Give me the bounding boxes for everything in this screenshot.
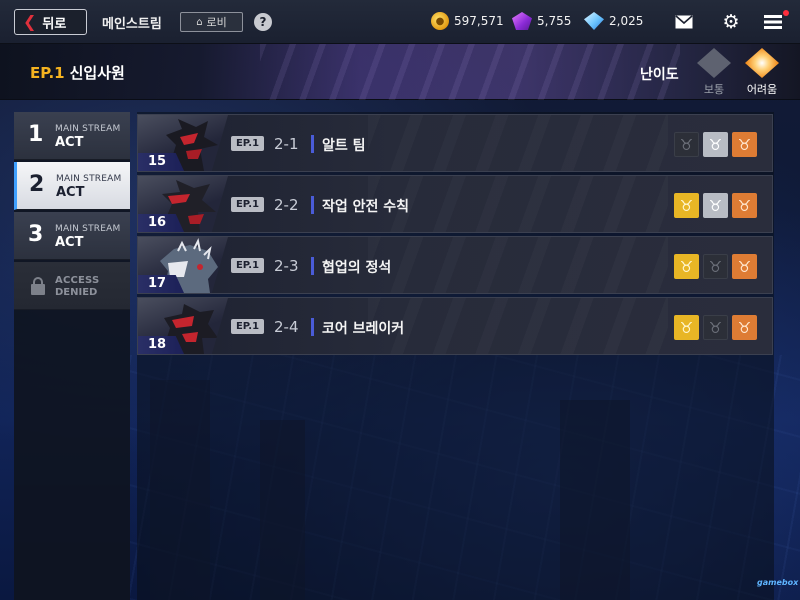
- medal-gold-icon: ♉: [674, 193, 699, 218]
- purple-crystal-icon: [512, 12, 532, 30]
- difficulty-hard-emblem-icon: [745, 48, 779, 78]
- act-label: ACT: [55, 135, 84, 150]
- act-sidebar: 1 MAIN STREAM ACT 2 MAIN STREAM ACT 3 MA…: [14, 112, 130, 600]
- episode-number: EP.1: [30, 64, 65, 82]
- act-number: 2: [29, 172, 45, 197]
- stage-code: 2-1: [274, 135, 299, 153]
- back-button[interactable]: ❮ 뒤로: [14, 9, 87, 35]
- act-number: 1: [28, 122, 44, 147]
- page-title: 메인스트림: [102, 17, 162, 32]
- episode-name: 신입사원: [69, 64, 125, 82]
- stage-row[interactable]: 15 EP.1 2-1 알트 팀 ♉ ♉ ♉: [137, 114, 773, 172]
- medal-silver-empty-icon: ♉: [703, 315, 728, 340]
- lobby-label: 로비: [206, 16, 227, 29]
- stage-name: 작업 안전 수칙: [322, 199, 410, 215]
- act-subtitle: MAIN STREAM: [56, 174, 122, 184]
- difficulty-label: 난이도: [640, 67, 679, 83]
- difficulty-normal-label: 보통: [703, 83, 725, 96]
- medal-silver-empty-icon: ♉: [703, 254, 728, 279]
- blue-diamond-icon: [584, 12, 604, 30]
- medal-gold-icon: ♉: [674, 254, 699, 279]
- purple-crystal-amount: 5,755: [537, 14, 572, 28]
- gear-icon[interactable]: ⚙: [721, 11, 741, 33]
- episode-title: EP.1 신입사원: [30, 62, 125, 83]
- episode-banner: EP.1 신입사원 난이도 보통 어려움: [0, 44, 800, 100]
- stage-row[interactable]: 16 EP.1 2-2 작업 안전 수칙 ♉ ♉ ♉: [137, 175, 773, 233]
- stage-name: 코어 브레이커: [322, 321, 405, 337]
- difficulty-hard[interactable]: 어려움: [740, 48, 784, 98]
- medal-bronze-icon: ♉: [732, 193, 757, 218]
- gold-amount: 597,571: [454, 14, 504, 28]
- back-arrow-icon: ❮: [23, 12, 37, 31]
- medal-bronze-icon: ♉: [732, 132, 757, 157]
- medal-bronze-icon: ♉: [732, 315, 757, 340]
- difficulty-normal-emblem-icon: [697, 48, 731, 78]
- back-label: 뒤로: [42, 16, 67, 32]
- episode-badge: EP.1: [231, 197, 264, 212]
- act-subtitle: MAIN STREAM: [55, 124, 121, 134]
- stage-code: 2-4: [274, 318, 299, 336]
- stage-row[interactable]: 17 EP.1 2-3 협업의 정석 ♉ ♉ ♉: [137, 236, 773, 294]
- lock-icon: [31, 277, 45, 295]
- stage-name: 협업의 정석: [322, 260, 392, 276]
- stage-separator: [311, 257, 314, 275]
- stage-separator: [311, 318, 314, 336]
- episode-badge: EP.1: [231, 258, 264, 273]
- act-label: ACT: [55, 235, 84, 250]
- home-icon: ⌂: [196, 16, 203, 28]
- act-tab-2[interactable]: 2 MAIN STREAM ACT: [14, 162, 130, 210]
- medal-silver-icon: ♉: [703, 193, 728, 218]
- top-bar: ❮ 뒤로 메인스트림 ⌂ 로비 ? ● 597,571 5,755 2,025 …: [0, 0, 800, 44]
- difficulty-hard-label: 어려움: [746, 83, 778, 96]
- currency-blue-diamond[interactable]: 2,025: [584, 12, 643, 30]
- stage-name: 알트 팀: [322, 138, 366, 154]
- stage-list: 15 EP.1 2-1 알트 팀 ♉ ♉ ♉ 16 EP.1 2-2 작업 안전…: [137, 112, 774, 600]
- medal-silver-icon: ♉: [703, 132, 728, 157]
- medal-gold-empty-icon: ♉: [674, 132, 699, 157]
- stage-code: 2-3: [274, 257, 299, 275]
- hamburger-menu-icon[interactable]: [763, 12, 783, 32]
- act-label: ACT: [56, 185, 85, 200]
- stage-separator: [311, 135, 314, 153]
- locked-label-line2: DENIED: [55, 287, 98, 298]
- currency-gold[interactable]: ● 597,571: [431, 12, 504, 30]
- notification-dot: [783, 10, 789, 16]
- medal-group: ♉ ♉ ♉: [674, 193, 757, 218]
- stage-separator: [311, 196, 314, 214]
- medal-group: ♉ ♉ ♉: [674, 254, 757, 279]
- stage-row[interactable]: 18 EP.1 2-4 코어 브레이커 ♉ ♉ ♉: [137, 297, 773, 355]
- act-number: 3: [28, 222, 44, 247]
- help-icon[interactable]: ?: [254, 13, 272, 31]
- medal-bronze-icon: ♉: [732, 254, 757, 279]
- act-subtitle: MAIN STREAM: [55, 224, 121, 234]
- mail-icon[interactable]: [674, 12, 694, 32]
- episode-badge: EP.1: [231, 319, 264, 334]
- locked-label-line1: ACCESS: [55, 275, 100, 286]
- lobby-button[interactable]: ⌂ 로비: [180, 12, 243, 32]
- episode-badge: EP.1: [231, 136, 264, 151]
- blue-diamond-amount: 2,025: [609, 14, 644, 28]
- act-tab-locked[interactable]: ACCESS DENIED: [14, 262, 130, 310]
- medal-gold-icon: ♉: [674, 315, 699, 340]
- act-tab-1[interactable]: 1 MAIN STREAM ACT: [14, 112, 130, 160]
- gold-coin-icon: ●: [431, 12, 449, 30]
- publisher-logo: gamebox: [757, 578, 799, 587]
- difficulty-normal[interactable]: 보통: [692, 48, 736, 98]
- currency-purple-crystal[interactable]: 5,755: [512, 12, 571, 30]
- banner-decoration: [260, 44, 680, 100]
- medal-group: ♉ ♉ ♉: [674, 132, 757, 157]
- act-tab-3[interactable]: 3 MAIN STREAM ACT: [14, 212, 130, 260]
- medal-group: ♉ ♉ ♉: [674, 315, 757, 340]
- stage-code: 2-2: [274, 196, 299, 214]
